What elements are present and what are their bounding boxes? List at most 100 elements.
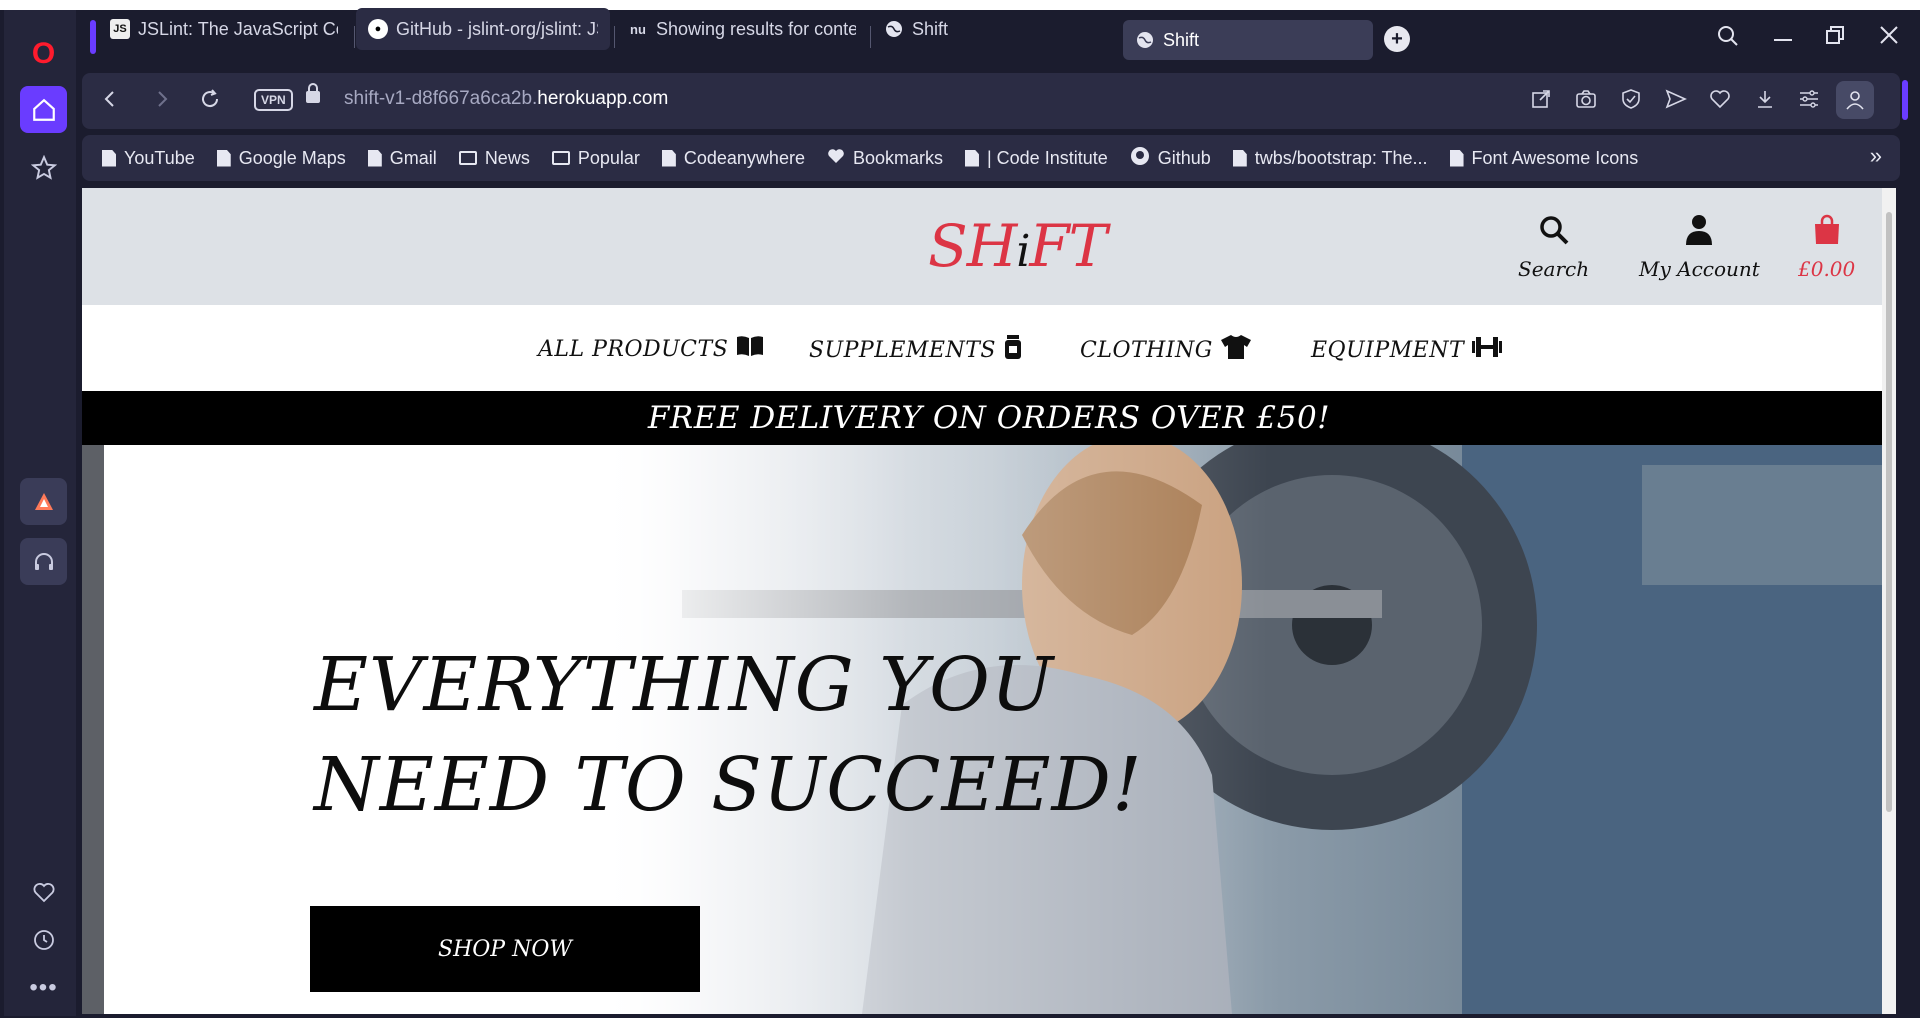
bookmark-font-awesome[interactable]: Font Awesome Icons (1449, 147, 1639, 169)
url-prefix: shift-v1-d8f667a6ca2b. (344, 88, 538, 109)
tab-shift[interactable]: Shift (872, 8, 1112, 50)
close-icon[interactable] (1878, 24, 1900, 52)
easy-setup-icon[interactable] (1798, 88, 1820, 110)
download-icon[interactable] (1754, 88, 1776, 110)
bookmark-label: | Code Institute (986, 147, 1108, 168)
book-open-icon (736, 335, 764, 363)
bookmark-youtube[interactable]: YouTube (102, 148, 195, 169)
lock-icon[interactable] (306, 83, 320, 103)
github-icon (1130, 146, 1150, 171)
tab-separator (870, 26, 871, 48)
nu-icon: nu (630, 21, 646, 37)
main-nav: ALL PRODUCTS SUPPLEMENTS CLOTHING EQUIPM… (82, 305, 1896, 391)
bookmarks-overflow-icon[interactable]: » (1870, 143, 1882, 169)
home-icon[interactable] (20, 86, 67, 133)
nav-clothing[interactable]: CLOTHING (1080, 335, 1251, 365)
minimize-icon[interactable] (1772, 24, 1794, 54)
bookmark-label: twbs/bootstrap: The... (1254, 147, 1428, 168)
logo-text-left: SH (928, 212, 1017, 280)
jslint-icon: JS (110, 19, 130, 39)
camera-icon[interactable] (1575, 88, 1597, 110)
nav-supplements[interactable]: SUPPLEMENTS (809, 335, 1022, 365)
logo-text-i: i (1016, 226, 1030, 277)
star-icon[interactable] (20, 144, 67, 191)
bookmark-label: Bookmarks (852, 147, 943, 168)
hero-title-line1: EVERYTHING YOU (314, 642, 1055, 728)
nav-equipment[interactable]: EQUIPMENT (1311, 335, 1503, 365)
profile-avatar-icon[interactable] (1836, 81, 1874, 119)
search-label: Search (1518, 257, 1590, 281)
bookmark-bootstrap[interactable]: twbs/bootstrap: The... (1232, 147, 1428, 169)
reload-icon[interactable] (198, 87, 222, 118)
bookmark-gmail[interactable]: Gmail (367, 148, 437, 169)
shopping-bag-link[interactable]: £0.00 (1798, 214, 1855, 281)
search-link[interactable]: Search (1518, 214, 1589, 281)
tshirt-icon (1220, 335, 1251, 365)
page-icon (216, 149, 231, 167)
nav-label: ALL PRODUCTS (538, 336, 729, 362)
page-scrollbar[interactable] (1882, 188, 1896, 1014)
tab-label: Shift (912, 18, 949, 39)
bookmark-google-maps[interactable]: Google Maps (216, 147, 346, 169)
more-dots-icon[interactable]: ••• (20, 964, 67, 1011)
page-icon (1232, 149, 1247, 167)
bookmark-label: Font Awesome Icons (1471, 147, 1639, 168)
globe-icon (884, 19, 904, 39)
bookmark-code-institute[interactable]: | Code Institute (964, 147, 1108, 169)
tab-group-accent (90, 20, 96, 54)
back-icon[interactable] (100, 87, 120, 118)
bookmark-folder-popular[interactable]: Popular (551, 147, 640, 169)
bookmark-label: Popular (577, 147, 640, 168)
favorite-heart-icon[interactable] (1709, 88, 1731, 110)
account-label: My Account (1639, 257, 1760, 281)
site-logo[interactable]: SHiFT (928, 212, 1107, 280)
send-icon[interactable] (1665, 88, 1687, 110)
vpn-badge[interactable]: VPN (254, 89, 293, 111)
hero-title: EVERYTHING YOU NEED TO SUCCEED! (314, 635, 1143, 835)
heart-icon[interactable] (20, 868, 67, 915)
web-page: SHiFT Search My Account £0.00 ALL PRODUC… (82, 188, 1896, 1014)
my-account-link[interactable]: My Account (1639, 214, 1760, 281)
hero-title-line2: NEED TO SUCCEED! (314, 742, 1143, 828)
opera-logo-icon[interactable]: O (20, 30, 67, 77)
share-icon[interactable] (1530, 88, 1552, 110)
tab-label: GitHub - jslint-org/jslint: JS (396, 18, 598, 39)
new-tab-plus-icon[interactable]: + (1384, 26, 1410, 52)
tab-label: Shift (1163, 29, 1200, 50)
tab-shift-active[interactable]: Shift (1123, 20, 1373, 60)
shop-now-button[interactable]: SHOP NOW (310, 906, 700, 992)
headphones-icon[interactable] (20, 538, 67, 585)
tab-search-icon[interactable] (1716, 24, 1740, 54)
bookmark-label: Github (1157, 147, 1211, 168)
bookmark-codeanywhere[interactable]: Codeanywhere (661, 148, 805, 169)
shield-icon[interactable] (1620, 88, 1642, 110)
folder-icon (458, 151, 477, 165)
search-icon (1538, 214, 1570, 251)
opera-sidebar: O ••• (4, 10, 76, 1016)
free-delivery-banner: FREE DELIVERY ON ORDERS OVER £50! (82, 391, 1896, 445)
bookmark-folder-news[interactable]: News (458, 148, 530, 169)
history-clock-icon[interactable] (20, 916, 67, 963)
folder-icon (551, 151, 570, 165)
forward-icon[interactable] (152, 87, 172, 118)
globe-icon (1135, 30, 1155, 50)
tab-github[interactable]: ● GitHub - jslint-org/jslint: JS (356, 8, 610, 50)
aria-ai-icon[interactable] (20, 478, 67, 525)
nav-all-products[interactable]: ALL PRODUCTS (538, 335, 764, 363)
tab-jslint[interactable]: JS JSLint: The JavaScript Code Quality T… (98, 8, 350, 50)
sidebar-scroll-accent (1902, 80, 1908, 120)
bag-total: £0.00 (1798, 257, 1856, 281)
page-icon (964, 149, 979, 167)
address-bar: VPN shift-v1-d8f667a6ca2b.herokuapp.com (82, 73, 1900, 129)
bookmark-bookmarks[interactable]: Bookmarks (827, 148, 943, 169)
bookmark-github[interactable]: Github (1130, 146, 1211, 171)
logo-text-right: FT (1029, 212, 1107, 280)
bookmark-label: Google Maps (238, 147, 346, 168)
nav-label: SUPPLEMENTS (809, 337, 996, 363)
url-domain: herokuapp.com (537, 88, 669, 109)
page-icon (661, 149, 676, 167)
tab-separator (614, 26, 615, 48)
tab-search-results[interactable]: nu Showing results for contents (616, 8, 868, 50)
url-field[interactable]: shift-v1-d8f667a6ca2b.herokuapp.com (344, 88, 668, 110)
restore-icon[interactable] (1824, 24, 1846, 52)
